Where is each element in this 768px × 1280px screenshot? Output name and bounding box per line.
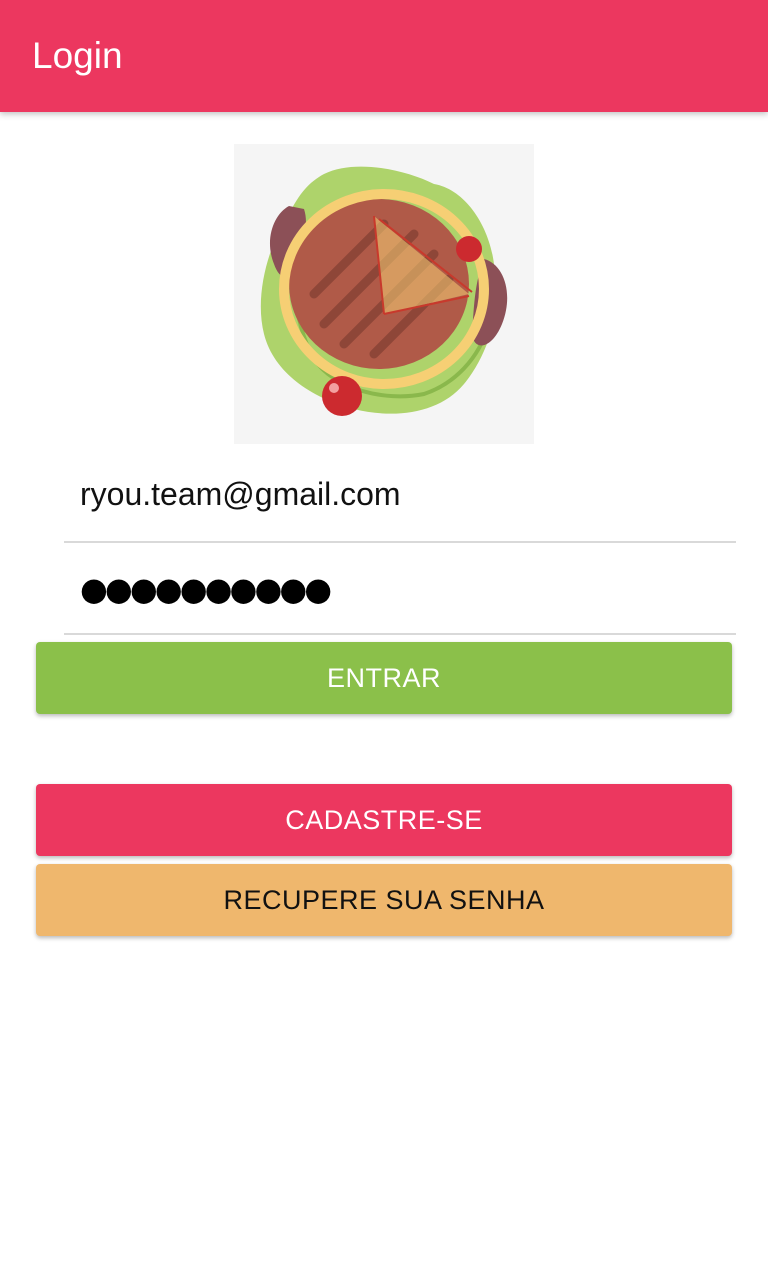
- entrar-button[interactable]: ENTRAR: [36, 642, 732, 714]
- page-title: Login: [32, 35, 123, 76]
- recover-password-button[interactable]: RECUPERE SUA SENHA: [36, 864, 732, 936]
- password-field[interactable]: ●●●●●●●●●●: [64, 541, 736, 635]
- email-input[interactable]: [80, 453, 720, 535]
- app-bar: Login: [0, 0, 768, 112]
- email-field[interactable]: [64, 449, 736, 543]
- password-input[interactable]: ●●●●●●●●●●: [80, 571, 332, 607]
- cadastre-se-button[interactable]: CADASTRE-SE: [36, 784, 732, 856]
- burger-logo-icon: [234, 144, 534, 444]
